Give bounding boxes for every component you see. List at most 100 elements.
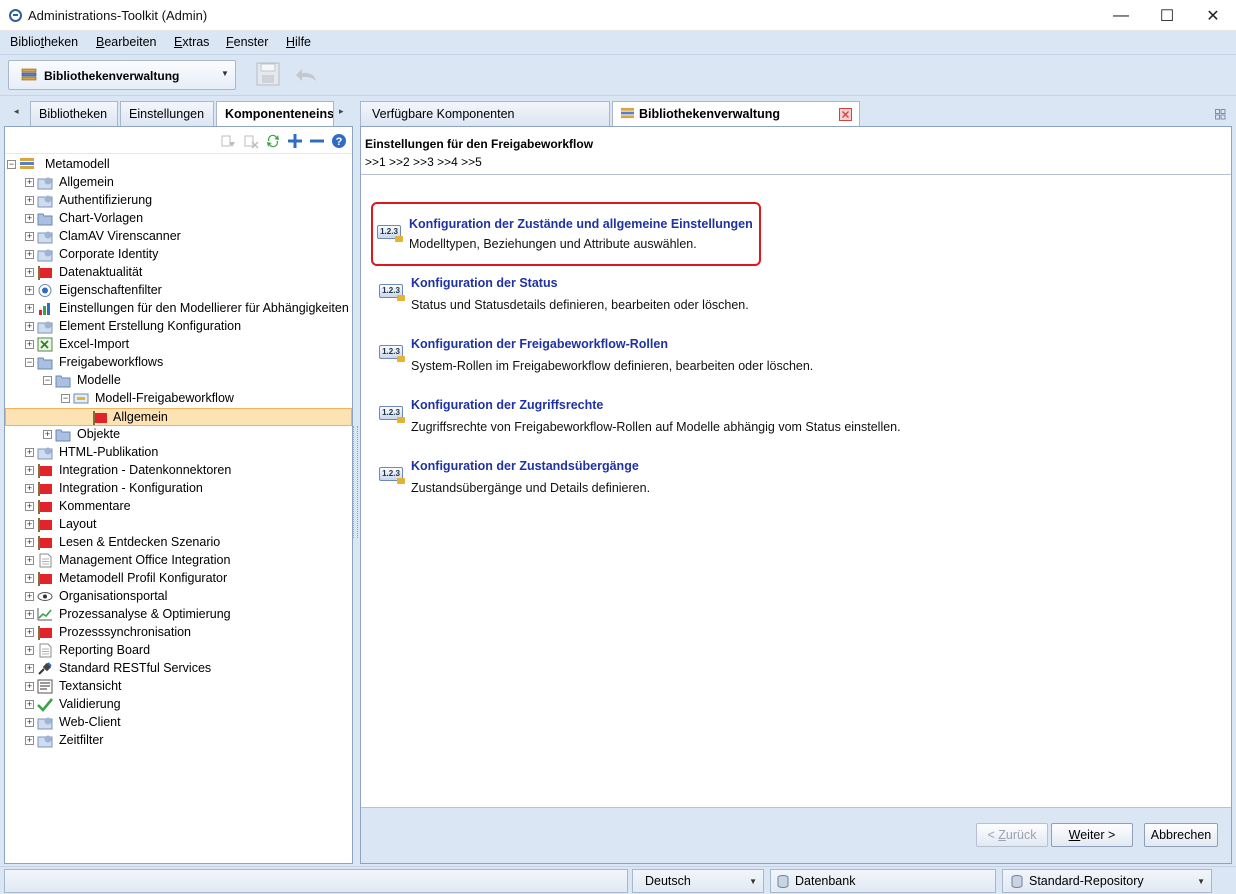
tree-item-modellierer[interactable]: + Einstellungen für den Modellierer für …: [5, 300, 352, 318]
expand-icon[interactable]: +: [25, 592, 34, 601]
next-button[interactable]: Weiter >: [1051, 823, 1133, 847]
tree-item-freigabeworkflows[interactable]: − Freigabeworkflows: [5, 354, 352, 372]
maximize-button[interactable]: ☐: [1144, 0, 1190, 31]
tree-item-eigenschaftenfilter[interactable]: + Eigenschaftenfilter: [5, 282, 352, 300]
expand-icon[interactable]: +: [25, 232, 34, 241]
link-status[interactable]: Konfiguration der Status: [411, 276, 558, 290]
tab-verfuegbare-komponenten[interactable]: Verfügbare Komponenten: [360, 101, 610, 126]
tree-item-element-erstellung[interactable]: + Element Erstellung Konfiguration: [5, 318, 352, 336]
expand-icon[interactable]: +: [43, 430, 52, 439]
repository-select[interactable]: Standard-Repository ▼: [1002, 869, 1212, 893]
expand-icon[interactable]: +: [25, 556, 34, 565]
plus-icon[interactable]: [287, 133, 303, 149]
tab-scroll-left-icon[interactable]: ◂: [14, 106, 19, 117]
tree-item-profil-konfigurator[interactable]: + Metamodell Profil Konfigurator: [5, 570, 352, 588]
tab-bibliothekenverwaltung[interactable]: Bibliothekenverwaltung: [612, 101, 860, 126]
tree-item-layout[interactable]: + Layout: [5, 516, 352, 534]
expand-icon[interactable]: +: [25, 304, 34, 313]
tree-item-allgemein-selected[interactable]: Allgemein: [5, 408, 352, 426]
tree-item-modelle[interactable]: − Modelle: [5, 372, 352, 390]
tree-item-corporate-identity[interactable]: + Corporate Identity: [5, 246, 352, 264]
link-zustandsuebergaenge[interactable]: Konfiguration der Zustandsübergänge: [411, 459, 639, 473]
expand-icon[interactable]: +: [25, 682, 34, 691]
remove-node-icon[interactable]: [243, 133, 259, 149]
link-zugriffsrechte[interactable]: Konfiguration der Zugriffsrechte: [411, 398, 603, 412]
collapse-icon[interactable]: −: [25, 358, 34, 367]
tree-item-restful-services[interactable]: + Standard RESTful Services: [5, 660, 352, 678]
menu-hilfe[interactable]: Hilfe: [286, 35, 311, 49]
expand-icon[interactable]: +: [25, 502, 34, 511]
undo-icon[interactable]: [292, 63, 320, 85]
tree-item-integration-konfiguration[interactable]: + Integration - Konfiguration: [5, 480, 352, 498]
expand-icon[interactable]: +: [25, 718, 34, 727]
collapse-icon[interactable]: −: [7, 160, 16, 169]
tree-item-datenkonnektoren[interactable]: + Integration - Datenkonnektoren: [5, 462, 352, 480]
expand-icon[interactable]: +: [25, 322, 34, 331]
tree-item-modell-freigabeworkflow[interactable]: − Modell-Freigabeworkflow: [5, 390, 352, 408]
tree-item-validierung[interactable]: + Validierung: [5, 696, 352, 714]
back-button[interactable]: < Zurück: [976, 823, 1048, 847]
expand-icon[interactable]: +: [25, 250, 34, 259]
tree-item-lesen-entdecken[interactable]: + Lesen & Entdecken Szenario: [5, 534, 352, 552]
tree-item-management-office[interactable]: + Management Office Integration: [5, 552, 352, 570]
menu-extras[interactable]: Extras: [174, 35, 209, 49]
splitter-handle[interactable]: [353, 426, 358, 538]
link-zustaende[interactable]: Konfiguration der Zustände und allgemein…: [409, 217, 753, 231]
expand-icon[interactable]: +: [25, 646, 34, 655]
expand-icon[interactable]: +: [25, 610, 34, 619]
close-button[interactable]: ✕: [1190, 0, 1236, 31]
tree-item-authentifizierung[interactable]: + Authentifizierung: [5, 192, 352, 210]
library-combo[interactable]: Bibliothekenverwaltung ▼: [8, 60, 236, 90]
save-icon[interactable]: [255, 61, 281, 87]
tab-einstellungen[interactable]: Einstellungen: [120, 101, 214, 126]
tree-item-datenaktualitaet[interactable]: + Datenaktualität: [5, 264, 352, 282]
tree-item-prozesssynchronisation[interactable]: + Prozesssynchronisation: [5, 624, 352, 642]
expand-icon[interactable]: +: [25, 286, 34, 295]
tree-item-textansicht[interactable]: + Textansicht: [5, 678, 352, 696]
minus-icon[interactable]: [309, 133, 325, 149]
expand-icon[interactable]: +: [25, 520, 34, 529]
expand-icon[interactable]: +: [25, 466, 34, 475]
tree-item-zeitfilter[interactable]: + Zeitfilter: [5, 732, 352, 750]
tree-item-clamav[interactable]: + ClamAV Virenscanner: [5, 228, 352, 246]
expand-icon[interactable]: +: [25, 700, 34, 709]
expand-icon[interactable]: +: [25, 736, 34, 745]
expand-icon[interactable]: +: [25, 196, 34, 205]
tree-item-reporting-board[interactable]: + Reporting Board: [5, 642, 352, 660]
expand-icon[interactable]: +: [25, 178, 34, 187]
tree-item-prozessanalyse[interactable]: + Prozessanalyse & Optimierung: [5, 606, 352, 624]
expand-icon[interactable]: +: [25, 448, 34, 457]
refresh-icon[interactable]: [265, 133, 281, 149]
minimize-button[interactable]: —: [1098, 0, 1144, 31]
cancel-button[interactable]: Abbrechen: [1144, 823, 1218, 847]
tab-komponenteneinstellungen[interactable]: Komponenteneinst: [216, 101, 334, 126]
tree-item-organisationsportal[interactable]: + Organisationsportal: [5, 588, 352, 606]
tab-scroll-right-icon[interactable]: ▸: [339, 106, 344, 117]
expand-icon[interactable]: +: [25, 628, 34, 637]
expand-icon[interactable]: +: [25, 664, 34, 673]
collapse-icon[interactable]: −: [43, 376, 52, 385]
close-tab-icon[interactable]: [839, 108, 852, 121]
tree-item-allgemein[interactable]: + Allgemein: [5, 174, 352, 192]
expand-icon[interactable]: +: [25, 268, 34, 277]
expand-icon[interactable]: +: [25, 484, 34, 493]
tree-root[interactable]: − Metamodell: [5, 156, 352, 174]
menu-bearbeiten[interactable]: Bearbeiten: [96, 35, 156, 49]
layout-icon[interactable]: [1215, 109, 1226, 120]
expand-icon[interactable]: +: [25, 574, 34, 583]
tree-item-web-client[interactable]: + Web-Client: [5, 714, 352, 732]
tree-item-excel-import[interactable]: + Excel-Import: [5, 336, 352, 354]
language-select[interactable]: Deutsch ▼: [632, 869, 764, 893]
expand-icon[interactable]: +: [25, 538, 34, 547]
help-icon[interactable]: ?: [331, 133, 347, 149]
menu-fenster[interactable]: Fenster: [226, 35, 268, 49]
tree-item-chart-vorlagen[interactable]: + Chart-Vorlagen: [5, 210, 352, 228]
expand-icon[interactable]: +: [25, 340, 34, 349]
menu-bibliotheken[interactable]: Bibliotheken: [10, 35, 78, 49]
move-icon[interactable]: [220, 133, 236, 149]
tree-item-objekte[interactable]: + Objekte: [5, 426, 352, 444]
link-rollen[interactable]: Konfiguration der Freigabeworkflow-Rolle…: [411, 337, 668, 351]
expand-icon[interactable]: +: [25, 214, 34, 223]
tree-item-html-publikation[interactable]: + HTML-Publikation: [5, 444, 352, 462]
tab-bibliotheken[interactable]: Bibliotheken: [30, 101, 118, 126]
